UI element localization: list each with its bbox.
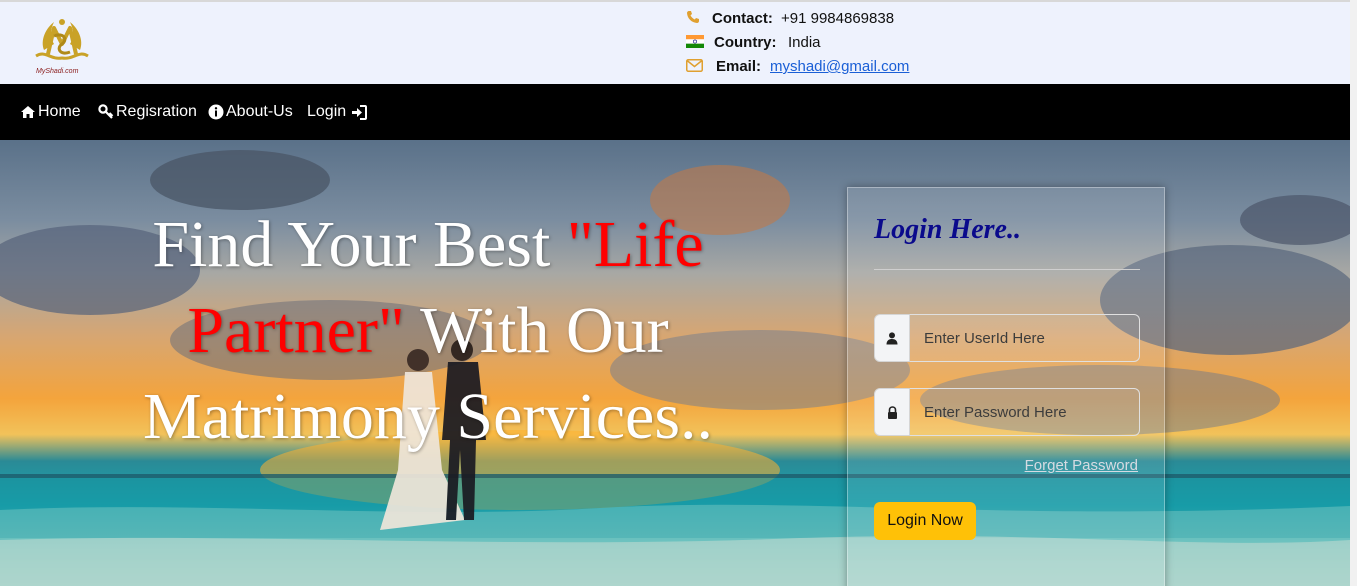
nav-registration-label: Regisration: [116, 103, 197, 120]
login-card: Login Here.. Forget Password Login Now: [847, 187, 1165, 586]
main-navbar: Home Regisration About-Us Login: [0, 84, 1357, 140]
contact-value: +91 9984869838: [781, 10, 895, 27]
home-icon: [21, 106, 35, 118]
phone-icon: [686, 10, 704, 26]
login-title: Login Here..: [874, 214, 1021, 245]
forget-password-link[interactable]: Forget Password: [1025, 457, 1138, 474]
nav-home[interactable]: Home: [20, 103, 81, 121]
headline-red-2: Partner": [187, 294, 405, 367]
login-divider: [874, 269, 1140, 270]
headline-white-3: Matrimony Services..: [142, 380, 714, 453]
key-icon: [98, 104, 114, 119]
contact-label: Contact:: [712, 10, 773, 27]
user-icon: [886, 331, 898, 344]
nav-home-label: Home: [38, 103, 81, 120]
page-scrollbar[interactable]: [1350, 0, 1357, 586]
sign-in-icon: [352, 104, 368, 120]
userid-addon: [874, 314, 910, 362]
headline-red-1: "Life: [566, 208, 704, 281]
password-field-group: [874, 388, 1140, 436]
nav-about-label: About-Us: [226, 103, 293, 120]
country-value: India: [788, 34, 821, 51]
headline-white-1: Find Your Best: [152, 208, 567, 281]
top-header: MyShadi.com Contact: +91 9984869838 Coun…: [0, 0, 1357, 84]
info-circle-icon: [208, 104, 224, 120]
email-link[interactable]: myshadi@gmail.com: [770, 58, 909, 75]
logo-text: MyShadi.com: [36, 68, 79, 75]
nav-registration[interactable]: Regisration: [98, 103, 197, 121]
nav-login[interactable]: Login: [307, 103, 368, 121]
userid-field-group: [874, 314, 1140, 362]
hero-banner: Find Your Best "Life Partner" With Our M…: [0, 140, 1350, 586]
password-input[interactable]: [910, 388, 1140, 436]
envelope-icon: [686, 58, 704, 74]
userid-input[interactable]: [910, 314, 1140, 362]
password-addon: [874, 388, 910, 436]
nav-login-label: Login: [307, 103, 347, 120]
login-now-button[interactable]: Login Now: [874, 502, 976, 540]
headline-white-2: With Our: [404, 294, 669, 367]
nav-about[interactable]: About-Us: [208, 103, 293, 121]
hero-headline: Find Your Best "Life Partner" With Our M…: [98, 202, 758, 460]
india-flag-icon: [686, 34, 704, 50]
email-label: Email:: [716, 58, 762, 75]
country-label: Country:: [714, 34, 777, 51]
myshadi-logo[interactable]: MyShadi.com: [28, 14, 96, 80]
lock-icon: [887, 405, 897, 419]
